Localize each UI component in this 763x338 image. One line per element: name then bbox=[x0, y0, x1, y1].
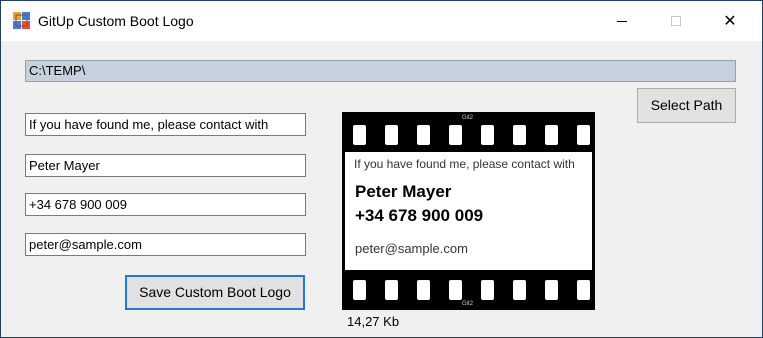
select-path-button[interactable]: Select Path bbox=[637, 88, 736, 123]
film-hole bbox=[481, 125, 494, 145]
preview-name: Peter Mayer bbox=[355, 182, 452, 201]
film-mark-bottom: Git2 bbox=[462, 301, 474, 307]
film-hole bbox=[353, 125, 366, 145]
film-strip-top: Git2 bbox=[342, 112, 595, 152]
film-hole bbox=[449, 125, 462, 145]
name-input[interactable]: Peter Mayer bbox=[25, 154, 306, 177]
window-title: GitUp Custom Boot Logo bbox=[38, 13, 194, 29]
boot-logo-preview: Git2 If you have found me, please contac… bbox=[342, 112, 595, 310]
film-hole bbox=[449, 280, 462, 300]
file-size-label: 14,27 Kb bbox=[347, 314, 400, 329]
film-hole bbox=[513, 125, 526, 145]
close-icon: ✕ bbox=[723, 13, 737, 30]
close-button[interactable]: ✕ bbox=[707, 1, 753, 41]
maximize-button[interactable] bbox=[653, 1, 699, 41]
film-hole bbox=[385, 125, 398, 145]
minimize-icon bbox=[617, 20, 627, 22]
save-boot-logo-button[interactable]: Save Custom Boot Logo bbox=[125, 275, 305, 310]
film-hole bbox=[417, 280, 430, 300]
film-hole bbox=[417, 125, 430, 145]
email-input[interactable]: peter@sample.com bbox=[25, 233, 306, 256]
preview-card: If you have found me, please contact wit… bbox=[345, 152, 592, 270]
app-icon bbox=[13, 12, 30, 29]
film-hole bbox=[513, 280, 526, 300]
path-field[interactable]: C:\TEMP\ bbox=[25, 60, 736, 82]
tagline-input[interactable]: If you have found me, please contact wit… bbox=[25, 113, 306, 136]
film-strip-bottom: Git2 bbox=[342, 270, 595, 310]
minimize-button[interactable] bbox=[599, 1, 645, 41]
app-window: GitUp Custom Boot Logo ✕ C:\TEMP\ Select… bbox=[0, 0, 763, 338]
film-hole bbox=[481, 280, 494, 300]
maximize-icon bbox=[671, 16, 681, 26]
title-bar[interactable]: GitUp Custom Boot Logo ✕ bbox=[1, 1, 762, 41]
film-hole bbox=[577, 280, 590, 300]
film-hole bbox=[353, 280, 366, 300]
preview-phone: +34 678 900 009 bbox=[355, 206, 484, 225]
film-hole bbox=[545, 280, 558, 300]
film-hole bbox=[545, 125, 558, 145]
preview-email: peter@sample.com bbox=[355, 241, 468, 256]
film-hole bbox=[385, 280, 398, 300]
film-hole bbox=[577, 125, 590, 145]
preview-tagline: If you have found me, please contact wit… bbox=[354, 157, 575, 171]
film-mark-top: Git2 bbox=[462, 115, 474, 121]
phone-input[interactable]: +34 678 900 009 bbox=[25, 193, 306, 216]
